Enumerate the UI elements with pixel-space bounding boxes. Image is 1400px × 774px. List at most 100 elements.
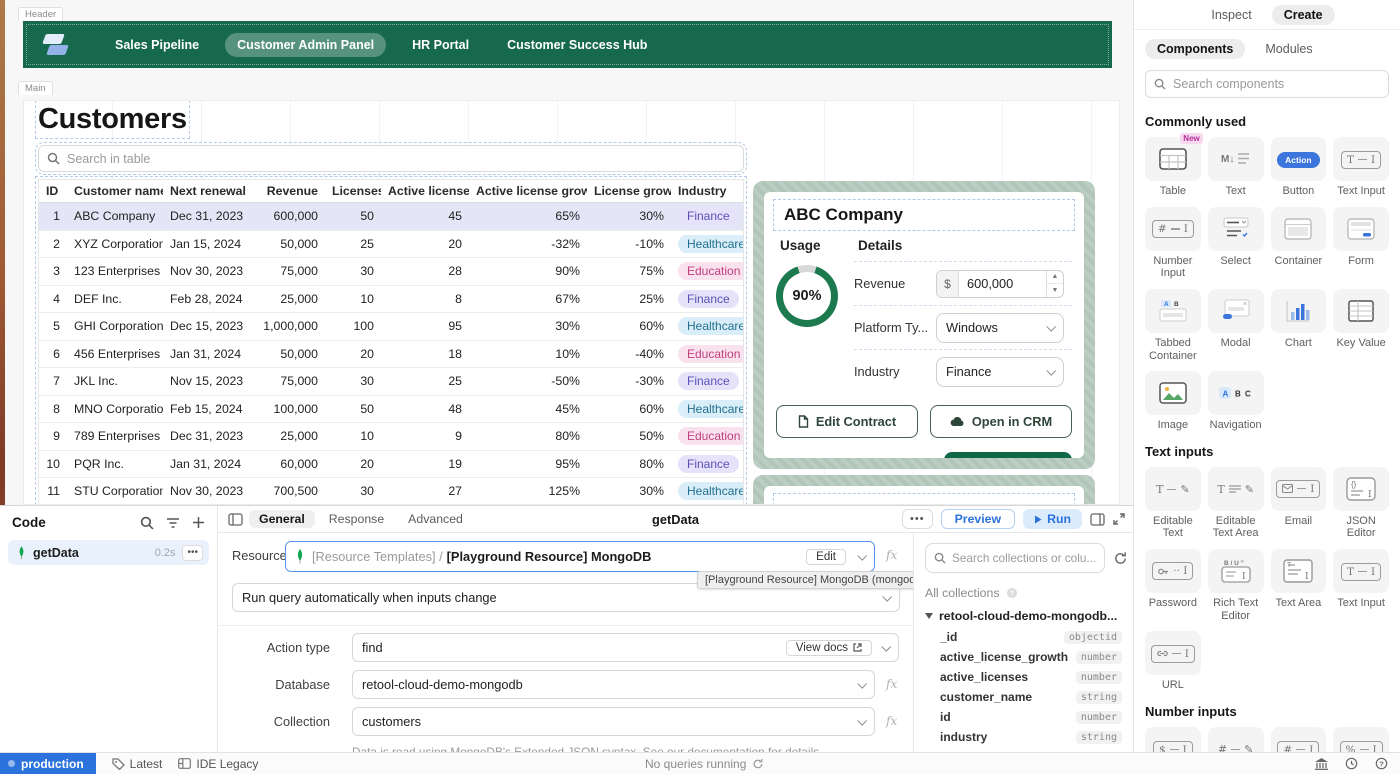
debug-tools-icon[interactable] [1315, 758, 1328, 770]
component-card-json-editor[interactable]: {}IJSON Editor [1333, 467, 1389, 540]
column-header[interactable]: Revenue [251, 184, 325, 198]
edit-contract-button[interactable]: Edit Contract [776, 405, 918, 438]
editor-canvas[interactable]: Header Sales PipelineCustomer Admin Pane… [5, 0, 1133, 505]
component-card-currency[interactable]: $ ICurrency [1145, 727, 1201, 752]
fx-icon[interactable]: fx [886, 677, 897, 691]
open-in-crm-button[interactable]: Open in CRM [930, 405, 1072, 438]
component-card-key-value[interactable]: Key Value [1333, 289, 1389, 362]
run-button[interactable]: Run [1023, 509, 1082, 529]
schema-field-row[interactable]: _idobjectid [925, 627, 1122, 647]
schema-field-row[interactable]: industrystring [925, 727, 1122, 747]
save-changes-button[interactable]: Save Changes [944, 452, 1072, 458]
schema-field-row[interactable]: idnumber [925, 707, 1122, 727]
component-card-rich-text-editor[interactable]: B / U ”IRich Text Editor [1208, 549, 1264, 622]
component-card-text-area[interactable]: ITText Area [1271, 549, 1327, 622]
chevron-down-icon[interactable] [857, 551, 867, 561]
component-card-table[interactable]: NewTable [1145, 137, 1201, 198]
column-header[interactable]: License growth [587, 184, 671, 198]
ide-legacy-toggle[interactable]: IDE Legacy [178, 757, 258, 771]
query-filter-icon[interactable] [166, 517, 180, 529]
schema-field-row[interactable]: customer_namestring [925, 687, 1122, 707]
tab-components[interactable]: Components [1145, 39, 1245, 59]
component-search-input[interactable]: Search components [1145, 70, 1389, 98]
number-stepper[interactable]: ▲▼ [1046, 271, 1063, 297]
component-card-password[interactable]: ·· IPassword [1145, 549, 1201, 622]
nav-tab[interactable]: Customer Admin Panel [225, 33, 386, 57]
schema-search-input[interactable]: Search collections or colu... [925, 543, 1105, 573]
nav-tab[interactable]: HR Portal [400, 33, 481, 57]
action-type-select[interactable]: findView docs [352, 633, 899, 662]
component-card-form[interactable]: Form [1333, 207, 1389, 280]
component-card-editable-text[interactable]: T ✎Editable Text [1145, 467, 1201, 540]
schema-field-row[interactable]: active_licensesnumber [925, 667, 1122, 687]
revenue-number-input[interactable]: $600,000▲▼ [936, 270, 1064, 298]
component-card-email[interactable]: IEmail [1271, 467, 1327, 540]
tab-inspect[interactable]: Inspect [1199, 5, 1263, 25]
column-header[interactable]: ID [39, 184, 67, 198]
query-more-button[interactable]: ••• [902, 509, 933, 529]
column-header[interactable]: Customer name [67, 184, 163, 198]
table-row[interactable]: 11STU CorporationNov 30, 2023700,5003027… [39, 478, 743, 505]
component-card-chart[interactable]: Chart [1271, 289, 1327, 362]
table-row[interactable]: 2XYZ CorporationJan 15, 202450,0002520-3… [39, 231, 743, 259]
component-card-button[interactable]: ActionButton [1271, 137, 1327, 198]
revenue-value[interactable]: 600,000 [959, 271, 1046, 297]
table-row[interactable]: 9789 EnterprisesDec 31, 202325,00010980%… [39, 423, 743, 451]
component-card-text-input[interactable]: T IText Input [1333, 137, 1389, 198]
step-down-icon[interactable]: ▼ [1047, 284, 1063, 297]
fx-icon[interactable]: fx [886, 548, 897, 562]
component-card-navigation[interactable]: ABCNavigation [1208, 371, 1264, 432]
resource-select[interactable]: [Resource Templates] / [Playground Resou… [285, 541, 875, 572]
industryselect[interactable]: Finance [936, 357, 1064, 387]
tab-modules[interactable]: Modules [1253, 39, 1324, 59]
editor-tab-advanced[interactable]: Advanced [398, 510, 473, 528]
column-header[interactable]: Licenses [325, 184, 381, 198]
nav-tab[interactable]: Sales Pipeline [103, 33, 211, 57]
component-card-editable-text-area[interactable]: T ✎Editable Text Area [1208, 467, 1264, 540]
component-card-url[interactable]: IURL [1145, 631, 1201, 692]
refresh-schema-icon[interactable] [1113, 551, 1128, 566]
table-row[interactable]: 5GHI CorporationDec 15, 20231,000,000100… [39, 313, 743, 341]
help-icon[interactable]: ? [1375, 757, 1388, 770]
environment-selector[interactable]: production [0, 753, 96, 774]
collection-select[interactable]: customers [352, 707, 875, 736]
platform-ty-select[interactable]: Windows [936, 313, 1064, 343]
table-row[interactable]: 6456 EnterprisesJan 31, 202450,000201810… [39, 341, 743, 369]
history-icon[interactable] [1345, 757, 1358, 770]
table-row[interactable]: 7JKL Inc.Nov 15, 202375,0003025-50%-30%F… [39, 368, 743, 396]
resource-edit-button[interactable]: Edit [806, 549, 846, 565]
tab-create[interactable]: Create [1272, 5, 1335, 25]
preview-button[interactable]: Preview [941, 509, 1016, 529]
component-card-text[interactable]: M↓Text [1208, 137, 1264, 198]
side-panel-icon[interactable] [1090, 513, 1105, 526]
schema-field-row[interactable]: active_license_growthnumber [925, 647, 1122, 667]
database-tree-node[interactable]: retool-cloud-demo-mongodb... [925, 609, 1122, 623]
fx-icon[interactable]: fx [886, 714, 897, 728]
view-docs-button[interactable]: View docs [786, 640, 872, 656]
step-up-icon[interactable]: ▲ [1047, 271, 1063, 285]
database-select[interactable]: retool-cloud-demo-mongodb [352, 670, 875, 699]
customers-table[interactable]: IDCustomer nameNext renewalRevenueLicens… [38, 179, 744, 505]
column-header[interactable]: Next renewal [163, 184, 251, 198]
table-row[interactable]: 10PQR Inc.Jan 31, 202460,000201995%80%Fi… [39, 451, 743, 479]
editor-tab-response[interactable]: Response [319, 510, 394, 528]
table-row[interactable]: 3123 EnterprisesNov 30, 202375,000302890… [39, 258, 743, 286]
app-header[interactable]: Sales Pipeline Customer Admin Panel HR Por… [23, 21, 1112, 68]
refresh-icon[interactable] [752, 758, 764, 770]
table-row[interactable]: 1ABC CompanyDec 31, 2023600,000504565%30… [39, 203, 743, 231]
license-utilization-container[interactable]: License Utilization [753, 475, 1095, 505]
component-card-text-input[interactable]: T IText Input [1333, 549, 1389, 622]
add-query-icon[interactable] [192, 516, 205, 529]
component-card-container[interactable]: Container [1271, 207, 1327, 280]
component-card-select[interactable]: Select [1208, 207, 1264, 280]
expand-icon[interactable] [1113, 513, 1125, 525]
detail-container[interactable]: ABC Company Usage Details 90% Revenue$60… [753, 181, 1095, 469]
component-card-editable-number[interactable]: # ✎Editable Number [1208, 727, 1264, 752]
editor-tab-general[interactable]: General [249, 510, 315, 528]
component-card-tabbed-container[interactable]: ABTabbed Container [1145, 289, 1201, 362]
component-card-percent[interactable]: % IPercent [1333, 727, 1389, 752]
query-list-item[interactable]: getData0.2s••• [8, 540, 209, 565]
component-card-modal[interactable]: ×Modal [1208, 289, 1264, 362]
column-header[interactable]: Industry [671, 184, 743, 198]
frame-tag-main[interactable]: Main [18, 81, 53, 95]
